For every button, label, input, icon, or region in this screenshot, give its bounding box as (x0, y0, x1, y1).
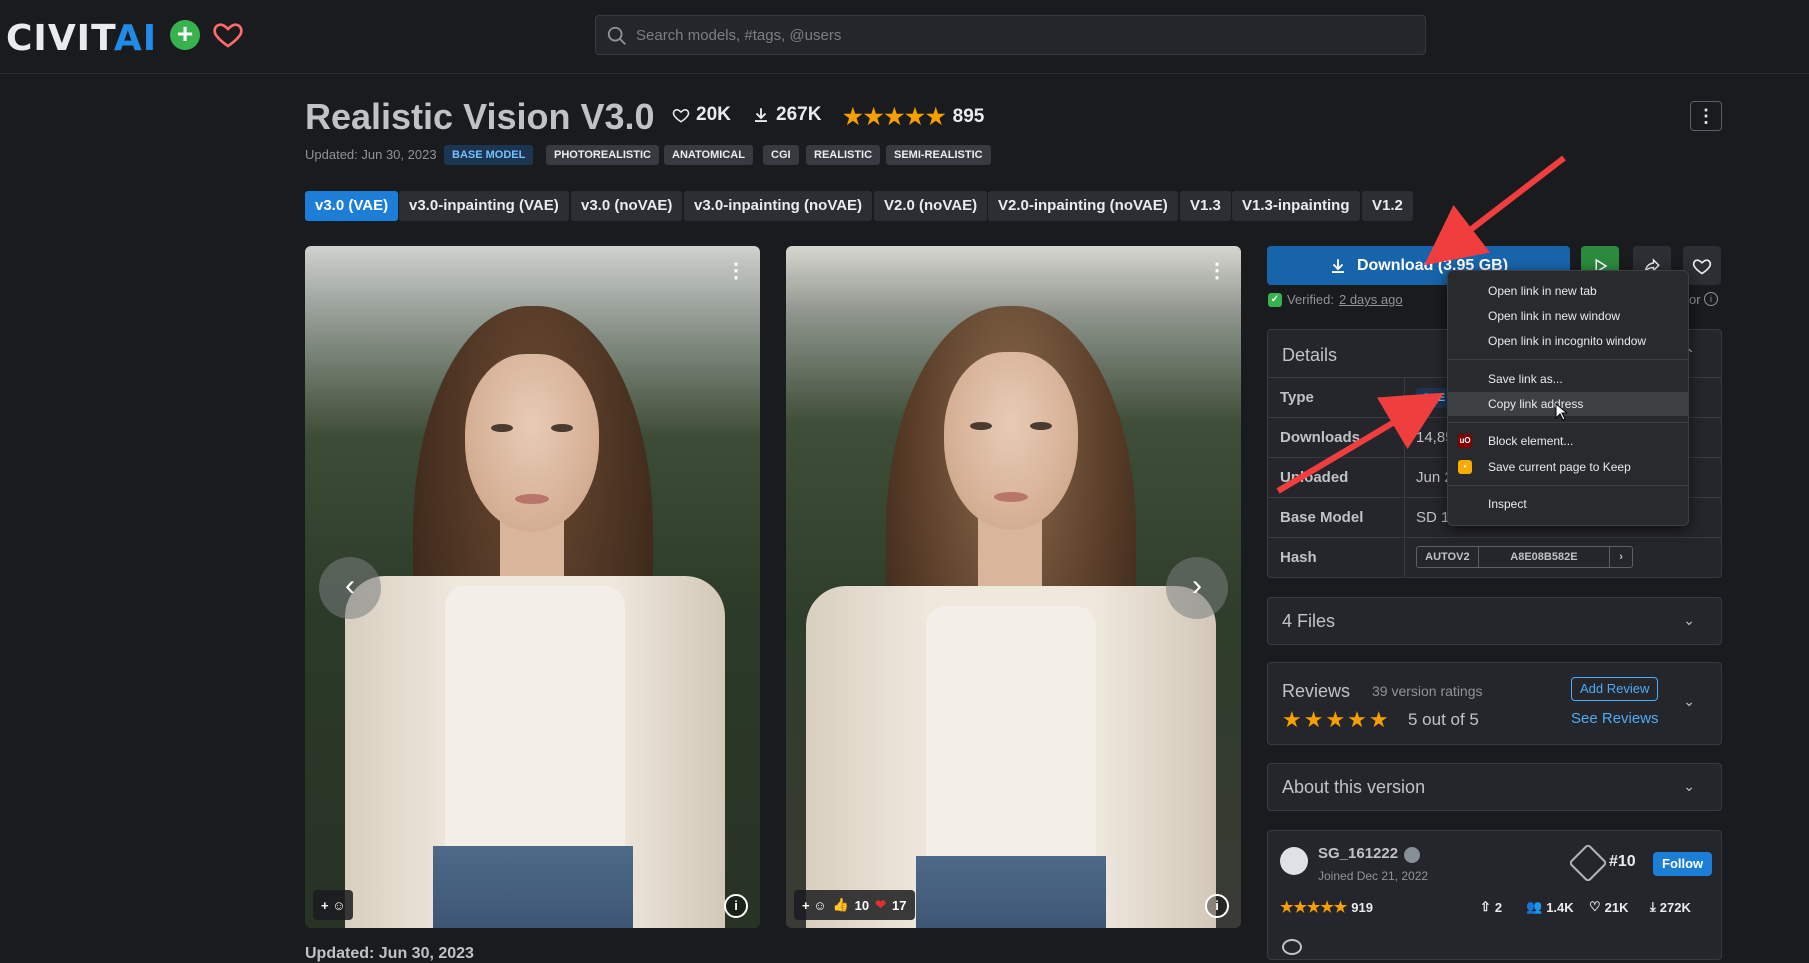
arrow-to-download (1424, 155, 1566, 266)
arrow-to-copy-link (1276, 392, 1444, 494)
annotation-arrows (1276, 155, 1566, 494)
